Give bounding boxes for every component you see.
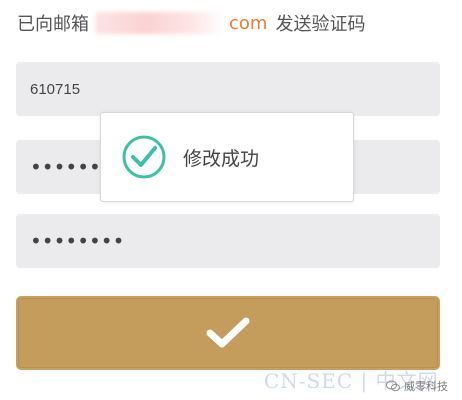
reset-password-page: 已向邮箱 com 发送验证码 610715 •••••••• •••••••• … — [0, 0, 462, 400]
wechat-icon — [386, 380, 400, 392]
verification-code-input[interactable]: 610715 — [16, 62, 440, 116]
success-toast: 修改成功 — [100, 112, 354, 202]
success-check-icon — [122, 135, 166, 179]
email-tail: com — [229, 12, 268, 34]
confirm-password-mask: •••••••• — [30, 229, 125, 253]
brand-name: 威零科技 — [404, 380, 448, 393]
confirm-password-input[interactable]: •••••••• — [16, 214, 440, 268]
verification-code-value: 610715 — [30, 80, 81, 98]
notice-suffix: 发送验证码 — [275, 14, 366, 35]
redacted-email — [95, 12, 225, 34]
email-sent-notice: 已向邮箱 com 发送验证码 — [17, 8, 365, 38]
submit-button[interactable] — [16, 296, 440, 370]
toast-message: 修改成功 — [183, 147, 260, 170]
checkmark-icon — [206, 317, 250, 348]
notice-prefix: 已向邮箱 — [17, 14, 89, 35]
brand-watermark: 威零科技 — [386, 378, 454, 394]
